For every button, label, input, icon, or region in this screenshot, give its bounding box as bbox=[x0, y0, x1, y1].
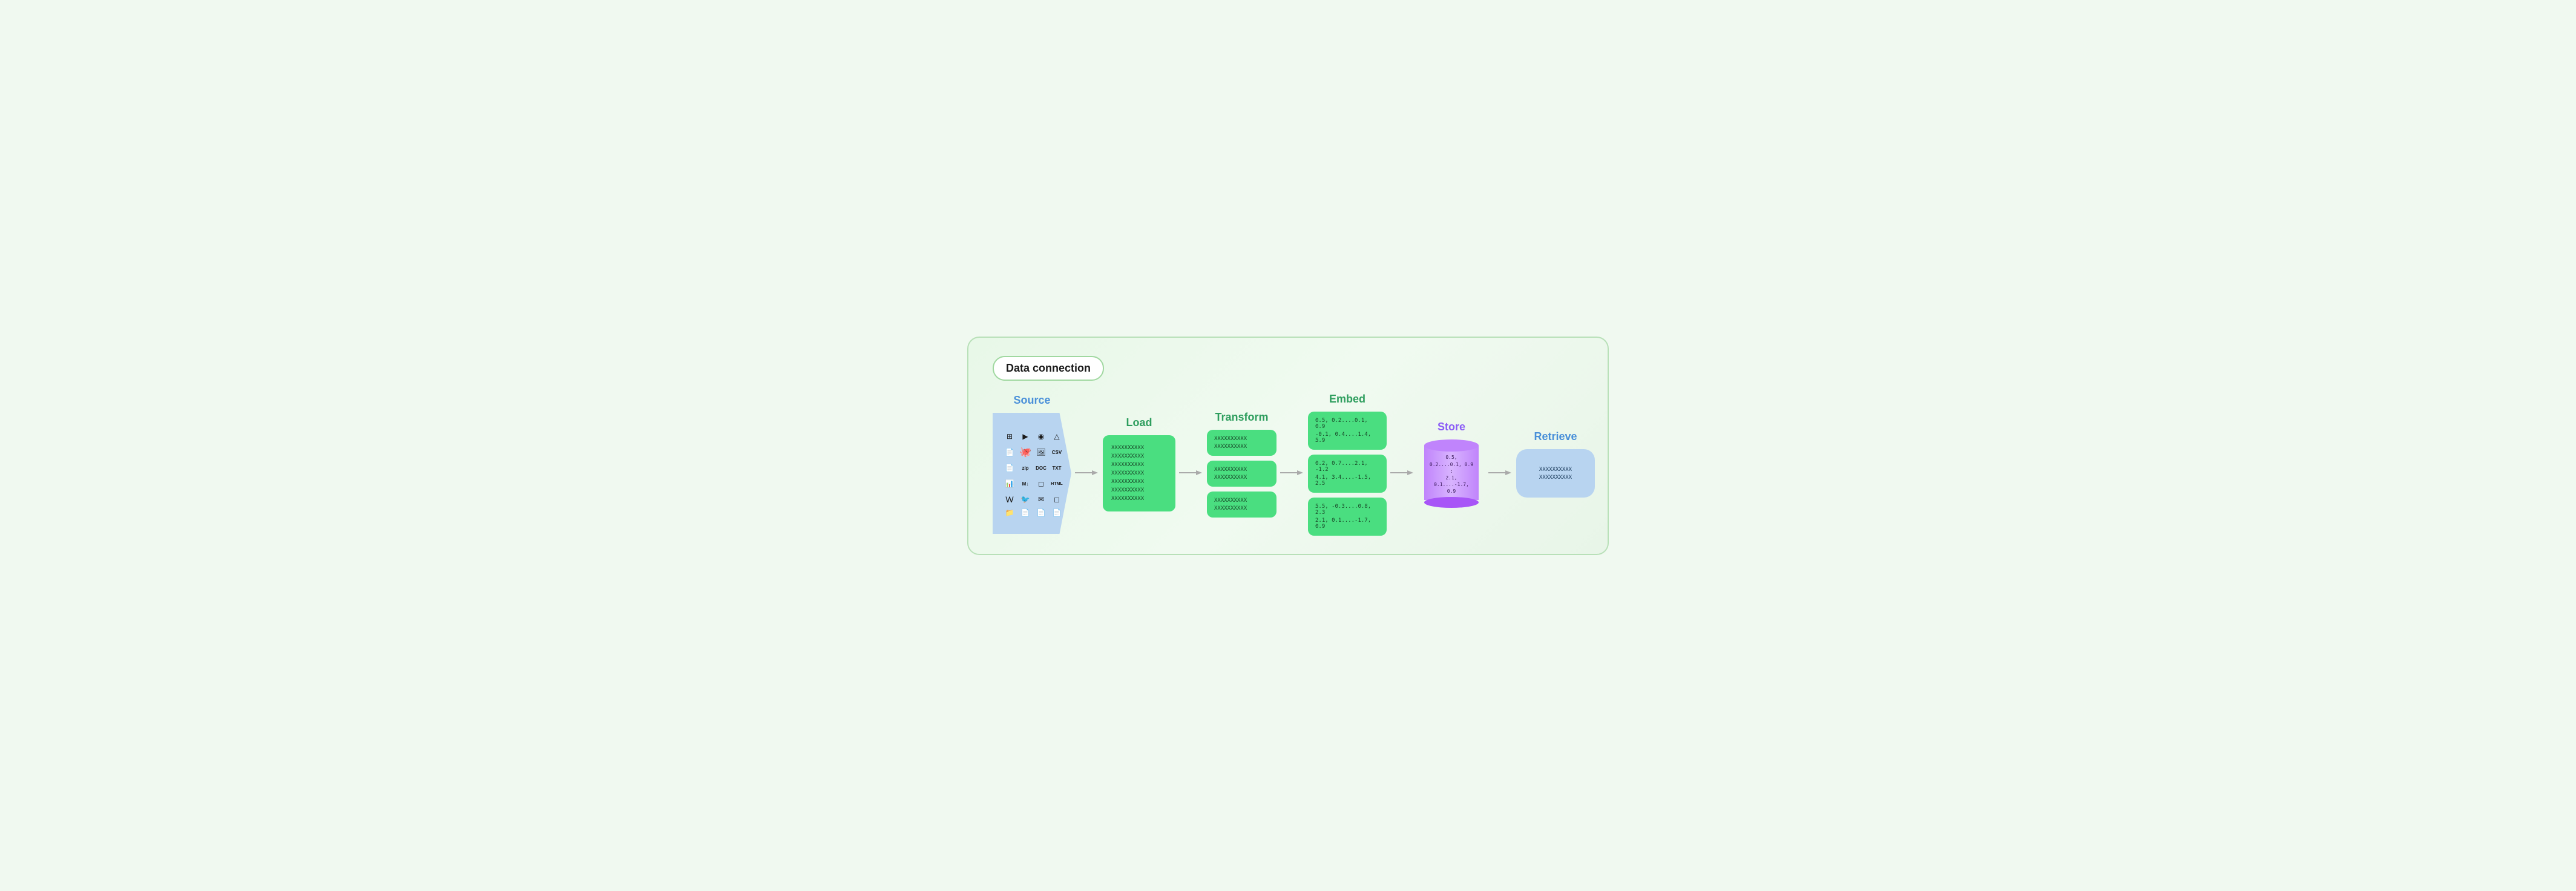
load-line-5: XXXXXXXXXX bbox=[1111, 479, 1167, 485]
retrieve-line-1: XXXXXXXXXX bbox=[1539, 467, 1572, 473]
store-cylinder: 0.5, 0.2....0.1, 0.9 : 2.1, 0.1....-1.7,… bbox=[1418, 439, 1485, 508]
pipeline-row: Source ⊞ ▶ ◉ △ 📄 🐙 🖼 CSV 📄 zip DOC TXT 📊 bbox=[993, 393, 1583, 536]
source-stage: Source ⊞ ▶ ◉ △ 📄 🐙 🖼 CSV 📄 zip DOC TXT 📊 bbox=[993, 394, 1071, 534]
embed-line-3-2: 2.1, 0.1....-1.7, 0.9 bbox=[1315, 518, 1379, 530]
store-text-3: 2.1, 0.1....-1.7, 0.9 bbox=[1429, 475, 1474, 495]
cylinder-bottom bbox=[1424, 497, 1479, 508]
embed-label: Embed bbox=[1329, 393, 1365, 406]
transform-line-1-1: XXXXXXXXXX bbox=[1214, 436, 1269, 442]
embed-col: 0.5, 0.2....0.1, 0.9 -0.1, 0.4....1.4, 5… bbox=[1308, 412, 1387, 536]
icon-doc4: 📄 bbox=[1019, 508, 1032, 517]
embed-box-2: 0.2, 0.7....2.1, -1.2 4.1, 3.4....-1.5, … bbox=[1308, 455, 1387, 493]
load-stage: Load XXXXXXXXXX XXXXXXXXXX XXXXXXXXXX XX… bbox=[1103, 416, 1175, 511]
embed-line-1-2: -0.1, 0.4....1.4, 5.9 bbox=[1315, 432, 1379, 444]
load-line-7: XXXXXXXXXX bbox=[1111, 496, 1167, 502]
embed-box-1: 0.5, 0.2....0.1, 0.9 -0.1, 0.4....1.4, 5… bbox=[1308, 412, 1387, 450]
embed-line-3-1: 5.5, -0.3....0.8, 2.3 bbox=[1315, 504, 1379, 516]
diagram-title: Data connection bbox=[1006, 362, 1091, 374]
embed-line-2-2: 4.1, 3.4....-1.5, 2.5 bbox=[1315, 475, 1379, 487]
icon-grid: ⊞ bbox=[1003, 430, 1016, 443]
store-text-1: 0.5, 0.2....0.1, 0.9 bbox=[1429, 454, 1474, 467]
embed-box-3: 5.5, -0.3....0.8, 2.3 2.1, 0.1....-1.7, … bbox=[1308, 498, 1387, 536]
embed-stage: Embed 0.5, 0.2....0.1, 0.9 -0.1, 0.4....… bbox=[1308, 393, 1387, 536]
transform-line-2-1: XXXXXXXXXX bbox=[1214, 467, 1269, 473]
embed-line-2-1: 0.2, 0.7....2.1, -1.2 bbox=[1315, 461, 1379, 473]
transform-line-2-2: XXXXXXXXXX bbox=[1214, 475, 1269, 481]
arrow-source-load bbox=[1075, 469, 1099, 477]
arrow-transform-embed bbox=[1280, 469, 1304, 477]
icon-discord: ◉ bbox=[1034, 430, 1048, 443]
transform-box-3: XXXXXXXXXX XXXXXXXXXX bbox=[1207, 492, 1276, 518]
transform-box-2: XXXXXXXXXX XXXXXXXXXX bbox=[1207, 461, 1276, 487]
icon-github: 🐙 bbox=[1019, 446, 1032, 459]
icon-table: 📊 bbox=[1003, 477, 1016, 490]
source-icons: ⊞ ▶ ◉ △ 📄 🐙 🖼 CSV 📄 zip DOC TXT 📊 M↓ ◻ H… bbox=[997, 424, 1067, 523]
arrow-store-retrieve bbox=[1488, 469, 1513, 477]
transform-label: Transform bbox=[1215, 411, 1268, 424]
icon-folder: 📁 bbox=[1003, 508, 1016, 517]
transform-line-1-2: XXXXXXXXXX bbox=[1214, 444, 1269, 450]
retrieve-stage: Retrieve XXXXXXXXXX XXXXXXXXXX bbox=[1516, 430, 1595, 498]
retrieve-label: Retrieve bbox=[1534, 430, 1577, 443]
transform-col: XXXXXXXXXX XXXXXXXXXX XXXXXXXXXX XXXXXXX… bbox=[1207, 430, 1276, 518]
store-label: Store bbox=[1438, 421, 1465, 433]
load-line-1: XXXXXXXXXX bbox=[1111, 445, 1167, 451]
icon-csv: CSV bbox=[1050, 446, 1063, 459]
load-line-6: XXXXXXXXXX bbox=[1111, 487, 1167, 493]
load-line-2: XXXXXXXXXX bbox=[1111, 453, 1167, 459]
transform-line-3-1: XXXXXXXXXX bbox=[1214, 498, 1269, 504]
arrow-load-transform bbox=[1179, 469, 1203, 477]
load-line-3: XXXXXXXXXX bbox=[1111, 462, 1167, 468]
transform-stage: Transform XXXXXXXXXX XXXXXXXXXX XXXXXXXX… bbox=[1207, 411, 1276, 518]
source-shape: ⊞ ▶ ◉ △ 📄 🐙 🖼 CSV 📄 zip DOC TXT 📊 M↓ ◻ H… bbox=[993, 413, 1071, 534]
store-text-2: : bbox=[1450, 468, 1453, 475]
icon-brackets: ◻ bbox=[1050, 493, 1063, 506]
icon-doc1: 📄 bbox=[1003, 446, 1016, 459]
arrow-embed-store bbox=[1390, 469, 1414, 477]
icon-doc6: 📄 bbox=[1050, 508, 1063, 517]
retrieve-shape: XXXXXXXXXX XXXXXXXXXX bbox=[1516, 449, 1595, 498]
icon-txt: TXT bbox=[1050, 461, 1063, 475]
cylinder-top bbox=[1424, 439, 1479, 452]
icon-doc5: 📄 bbox=[1034, 508, 1048, 517]
icon-html: HTML bbox=[1050, 477, 1063, 490]
store-stage: Store 0.5, 0.2....0.1, 0.9 : 2.1, 0.1...… bbox=[1418, 421, 1485, 508]
cylinder-body: 0.5, 0.2....0.1, 0.9 : 2.1, 0.1....-1.7,… bbox=[1424, 446, 1479, 500]
icon-md: M↓ bbox=[1019, 477, 1032, 490]
icon-mail: ✉ bbox=[1034, 493, 1048, 506]
icon-doc3: DOC bbox=[1034, 461, 1048, 475]
transform-line-3-2: XXXXXXXXXX bbox=[1214, 505, 1269, 511]
cylinder-wrap: 0.5, 0.2....0.1, 0.9 : 2.1, 0.1....-1.7,… bbox=[1424, 439, 1479, 508]
icon-triangle: △ bbox=[1050, 430, 1063, 443]
icon-twitter: 🐦 bbox=[1019, 493, 1032, 506]
load-label: Load bbox=[1126, 416, 1152, 429]
embed-line-1-1: 0.5, 0.2....0.1, 0.9 bbox=[1315, 418, 1379, 430]
icon-image: 🖼 bbox=[1034, 446, 1048, 459]
retrieve-line-2: XXXXXXXXXX bbox=[1539, 475, 1572, 481]
icon-wiki: W bbox=[1003, 493, 1016, 506]
icon-play: ▶ bbox=[1019, 430, 1032, 443]
icon-square: ◻ bbox=[1034, 477, 1048, 490]
diagram-container: Data connection Source ⊞ ▶ ◉ △ 📄 🐙 🖼 CSV… bbox=[967, 337, 1609, 555]
title-badge: Data connection bbox=[993, 356, 1104, 381]
transform-box-1: XXXXXXXXXX XXXXXXXXXX bbox=[1207, 430, 1276, 456]
load-box: XXXXXXXXXX XXXXXXXXXX XXXXXXXXXX XXXXXXX… bbox=[1103, 435, 1175, 511]
icon-zip: zip bbox=[1019, 461, 1032, 475]
load-line-4: XXXXXXXXXX bbox=[1111, 470, 1167, 476]
icon-doc2: 📄 bbox=[1003, 461, 1016, 475]
source-label: Source bbox=[1013, 394, 1050, 407]
